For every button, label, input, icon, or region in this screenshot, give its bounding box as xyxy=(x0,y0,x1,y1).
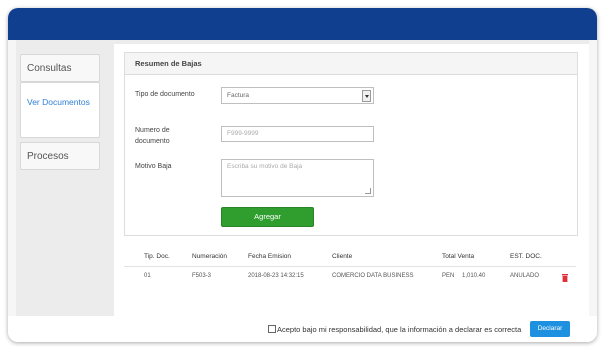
sidebar-item-label: Procesos xyxy=(27,151,69,162)
top-header-bar xyxy=(8,8,597,40)
tipo-documento-label: Tipo de documento xyxy=(135,91,195,98)
cell-est-doc: ANULADO xyxy=(510,273,540,279)
table-header-divider xyxy=(124,266,576,267)
motivo-baja-label: Motivo Baja xyxy=(135,163,172,170)
col-header-numeracion: Numeración xyxy=(192,253,228,260)
col-header-total-venta: Total Venta xyxy=(442,253,475,260)
tipo-documento-select[interactable]: Factura xyxy=(221,87,374,104)
numero-documento-label: Numero de documento xyxy=(135,127,170,145)
cell-cliente: COMERCIO DATA BUSINESS xyxy=(332,273,414,279)
cell-tip-doc: 01 xyxy=(144,273,151,279)
content-panel: Resumen de Bajas Tipo de documento Factu… xyxy=(114,44,589,316)
declarar-button[interactable]: Declarar xyxy=(530,321,570,337)
sidebar-item-procesos[interactable]: Procesos xyxy=(20,142,100,170)
tipo-documento-value: Factura xyxy=(227,92,250,99)
cell-fecha-emision: 2018-08-23 14:32:15 xyxy=(248,273,304,279)
resumen-bajas-panel: Resumen de Bajas Tipo de documento Factu… xyxy=(124,52,578,236)
sidebar-item-label: Consultas xyxy=(27,63,72,74)
accept-checkbox[interactable] xyxy=(268,325,276,333)
sidebar-item-ver-documentos[interactable]: Ver Documentos xyxy=(20,82,100,138)
col-header-est-doc: EST. DOC. xyxy=(510,253,542,260)
motivo-baja-placeholder: Escriba su motivo de Baja xyxy=(227,163,303,170)
sidebar-item-label: Ver Documentos xyxy=(27,97,90,107)
sidebar-item-consultas[interactable]: Consultas xyxy=(20,54,100,82)
cell-total-venta: 1,010.40 xyxy=(462,273,486,279)
numero-documento-placeholder: F999-9999 xyxy=(227,130,259,137)
trash-icon[interactable] xyxy=(562,274,568,282)
footer-bar: Acepto bajo mi responsabilidad, que la i… xyxy=(8,316,597,342)
resize-handle-icon[interactable] xyxy=(365,188,371,194)
accept-checkbox-row[interactable]: Acepto bajo mi responsabilidad, que la i… xyxy=(268,325,521,334)
chevron-down-icon xyxy=(362,90,371,102)
app-window: Consultas Ver Documentos Procesos Resume… xyxy=(8,8,597,342)
col-header-cliente: Cliente xyxy=(332,253,353,260)
panel-title: Resumen de Bajas xyxy=(125,53,577,75)
col-header-fecha-emision: Fecha Emision xyxy=(248,253,291,260)
main-area: Consultas Ver Documentos Procesos Resume… xyxy=(16,40,589,316)
cell-numeracion: F503-3 xyxy=(192,273,212,279)
accept-label: Acepto bajo mi responsabilidad, que la i… xyxy=(277,325,522,334)
agregar-button[interactable]: Agregar xyxy=(221,207,314,227)
cell-moneda: PEN xyxy=(442,273,455,279)
motivo-baja-textarea[interactable]: Escriba su motivo de Baja xyxy=(221,159,374,197)
col-header-tip-doc: Tip. Doc. xyxy=(144,253,170,260)
numero-documento-input[interactable]: F999-9999 xyxy=(221,126,374,142)
